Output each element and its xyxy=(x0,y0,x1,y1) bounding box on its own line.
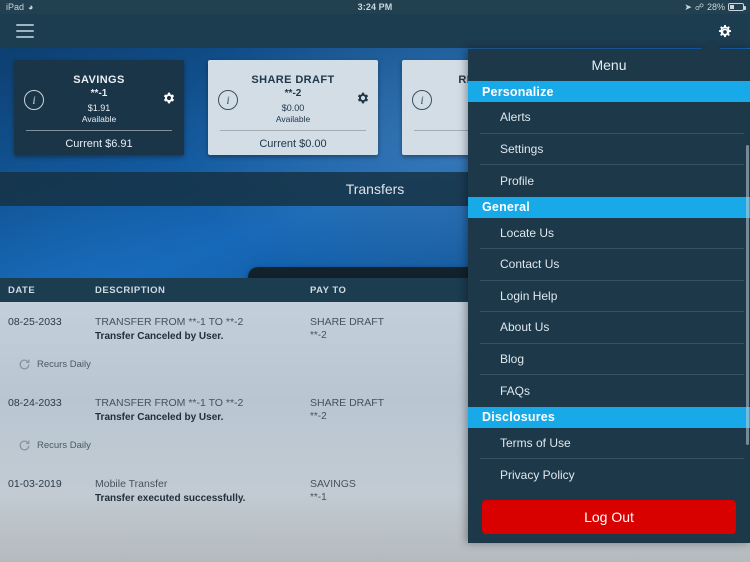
transfer-date: 08-24-2033 xyxy=(8,397,62,409)
menu-item-privacy-policy[interactable]: Privacy Policy xyxy=(480,459,744,491)
recurring-icon xyxy=(18,439,31,452)
menu-item-faqs[interactable]: FAQs xyxy=(480,375,744,407)
status-bar: iPad ◕ 3:24 PM ➤ ☍ 28% xyxy=(0,0,750,14)
account-number: **-2 xyxy=(284,88,302,99)
gear-icon[interactable] xyxy=(354,90,370,106)
account-available-amount: $1.91 xyxy=(87,103,111,113)
gear-icon[interactable] xyxy=(160,90,176,106)
battery-percent-label: 28% xyxy=(706,2,725,12)
menu-item-settings[interactable]: Settings xyxy=(480,134,744,165)
account-current-balance: Current $0.00 xyxy=(259,138,327,150)
menu-item-locate-us[interactable]: Locate Us xyxy=(480,218,744,249)
menu-item-contact-us[interactable]: Contact Us xyxy=(480,249,744,281)
menu-title: Menu xyxy=(591,57,627,73)
status-bar-right: ➤ ☍ 28% xyxy=(684,1,746,13)
recurring-icon xyxy=(18,358,31,371)
column-header-date: DATE xyxy=(8,284,36,296)
transfer-description-line1: TRANSFER FROM **-1 TO **-2 xyxy=(95,316,244,328)
transfer-description-line1: Mobile Transfer xyxy=(95,478,168,490)
settings-menu-popover: Menu Personalize Alerts Settings Profile… xyxy=(468,49,750,543)
log-out-button[interactable]: Log Out xyxy=(482,500,736,534)
menu-item-blog[interactable]: Blog xyxy=(480,344,744,375)
account-card-share-draft[interactable]: i SHARE DRAFT **-2 $0.00 Available Curre… xyxy=(208,60,378,155)
info-icon[interactable]: i xyxy=(24,90,44,110)
transfer-date: 01-03-2019 xyxy=(8,478,62,490)
transfer-status: Transfer Canceled by User. xyxy=(95,331,224,342)
recurrence-label: Recurs Daily xyxy=(37,440,91,451)
top-navigation-bar xyxy=(0,14,750,48)
menu-item-login-help[interactable]: Login Help xyxy=(480,281,744,312)
info-icon[interactable]: i xyxy=(218,90,238,110)
transfer-date: 08-25-2033 xyxy=(8,316,62,328)
recurrence-label: Recurs Daily xyxy=(37,359,91,370)
menu-group-disclosures: Disclosures xyxy=(468,406,750,428)
divider xyxy=(26,130,172,131)
account-name: SAVINGS xyxy=(73,74,125,86)
menu-group-general: General xyxy=(468,196,750,218)
location-arrow-icon: ➤ xyxy=(684,1,692,12)
transfer-description: Mobile Transfer Transfer executed succes… xyxy=(95,478,310,504)
info-icon[interactable]: i xyxy=(412,90,432,110)
menu-item-alerts[interactable]: Alerts xyxy=(480,102,744,134)
menu-item-terms-of-use[interactable]: Terms of Use xyxy=(480,428,744,459)
transfer-status: Transfer Canceled by User. xyxy=(95,412,224,423)
menu-scrollbar[interactable] xyxy=(746,145,749,445)
account-available-label: Available xyxy=(275,114,311,124)
transfer-description: TRANSFER FROM **-1 TO **-2 Transfer Canc… xyxy=(95,316,310,342)
transfer-status: Transfer executed successfully. xyxy=(95,493,246,504)
account-current-balance: Current $6.91 xyxy=(65,138,133,150)
account-available-label: Available xyxy=(81,114,117,124)
menu-group-personalize: Personalize xyxy=(468,81,750,102)
column-header-description: DESCRIPTION xyxy=(95,284,166,296)
transfer-description: TRANSFER FROM **-1 TO **-2 Transfer Canc… xyxy=(95,397,310,423)
status-bar-time: 3:24 PM xyxy=(357,2,393,12)
divider xyxy=(220,130,366,131)
account-available-amount: $0.00 xyxy=(281,103,305,113)
menu-item-profile[interactable]: Profile xyxy=(480,165,744,197)
battery-icon xyxy=(728,3,746,11)
wifi-icon: ◕ xyxy=(28,1,34,12)
bluetooth-icon: ☍ xyxy=(694,1,704,12)
menu-item-about-us[interactable]: About Us xyxy=(480,312,744,344)
account-card-savings[interactable]: i SAVINGS **-1 $1.91 Available Current $… xyxy=(14,60,184,155)
device-name-label: iPad xyxy=(6,2,25,12)
menu-popover-caret xyxy=(700,40,722,50)
account-name: SHARE DRAFT xyxy=(251,74,335,86)
status-bar-left: iPad ◕ xyxy=(6,2,33,12)
transfer-description-line1: TRANSFER FROM **-1 TO **-2 xyxy=(95,397,244,409)
account-number: **-1 xyxy=(90,88,108,99)
hamburger-menu-icon[interactable] xyxy=(16,24,34,38)
